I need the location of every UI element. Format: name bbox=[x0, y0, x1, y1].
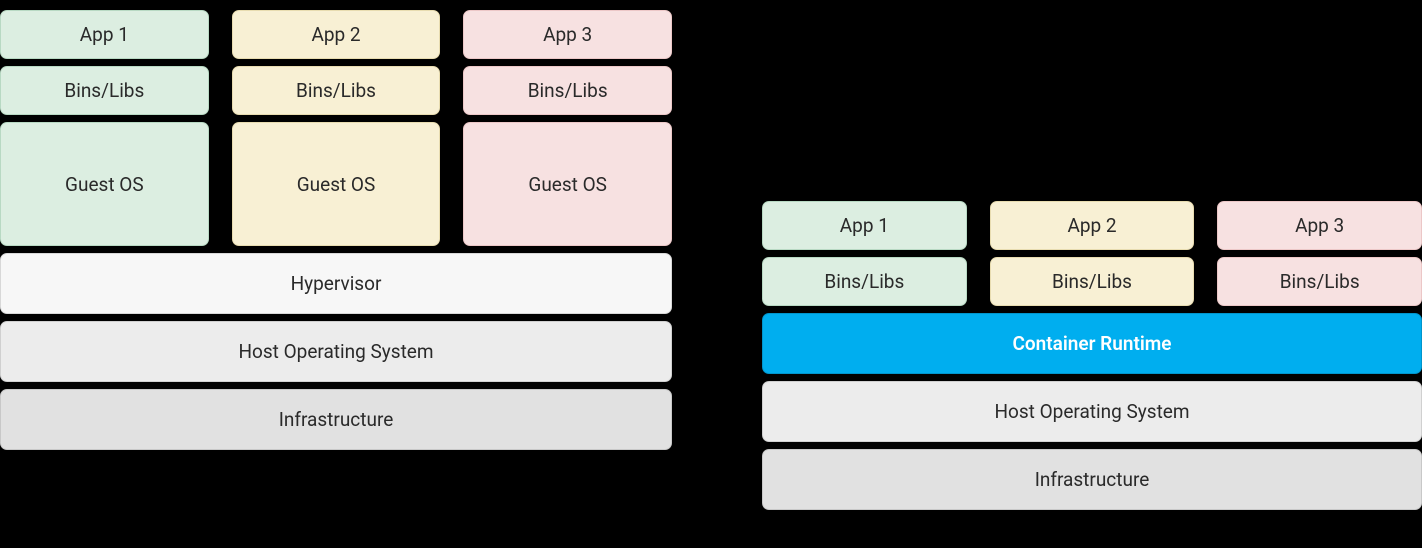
vm-guest-2: Guest OS bbox=[232, 122, 441, 246]
vm-apps-row: App 1 App 2 App 3 bbox=[0, 10, 672, 59]
container-bins-1: Bins/Libs bbox=[762, 257, 967, 306]
container-architecture-diagram: App 1 App 2 App 3 Bins/Libs Bins/Libs Bi… bbox=[762, 10, 1422, 548]
vm-bins-2: Bins/Libs bbox=[232, 66, 441, 115]
container-bins-2: Bins/Libs bbox=[990, 257, 1195, 306]
vm-app-3: App 3 bbox=[463, 10, 672, 59]
container-app-2: App 2 bbox=[990, 201, 1195, 250]
vm-infrastructure-layer: Infrastructure bbox=[0, 389, 672, 450]
vm-guest-3: Guest OS bbox=[463, 122, 672, 246]
container-app-3: App 3 bbox=[1217, 201, 1422, 250]
vm-bins-3: Bins/Libs bbox=[463, 66, 672, 115]
container-app-1: App 1 bbox=[762, 201, 967, 250]
container-bins-3: Bins/Libs bbox=[1217, 257, 1422, 306]
container-apps-row: App 1 App 2 App 3 bbox=[762, 201, 1422, 250]
vm-architecture-diagram: App 1 App 2 App 3 Bins/Libs Bins/Libs Bi… bbox=[0, 10, 672, 548]
vm-guest-row: Guest OS Guest OS Guest OS bbox=[0, 122, 672, 246]
container-host-os-layer: Host Operating System bbox=[762, 381, 1422, 442]
container-runtime-layer: Container Runtime bbox=[762, 313, 1422, 374]
vm-bins-row: Bins/Libs Bins/Libs Bins/Libs bbox=[0, 66, 672, 115]
vm-host-os-layer: Host Operating System bbox=[0, 321, 672, 382]
hypervisor-layer: Hypervisor bbox=[0, 253, 672, 314]
vm-bins-1: Bins/Libs bbox=[0, 66, 209, 115]
vm-app-2: App 2 bbox=[232, 10, 441, 59]
container-bins-row: Bins/Libs Bins/Libs Bins/Libs bbox=[762, 257, 1422, 306]
container-infrastructure-layer: Infrastructure bbox=[762, 449, 1422, 510]
vm-app-1: App 1 bbox=[0, 10, 209, 59]
vm-guest-1: Guest OS bbox=[0, 122, 209, 246]
